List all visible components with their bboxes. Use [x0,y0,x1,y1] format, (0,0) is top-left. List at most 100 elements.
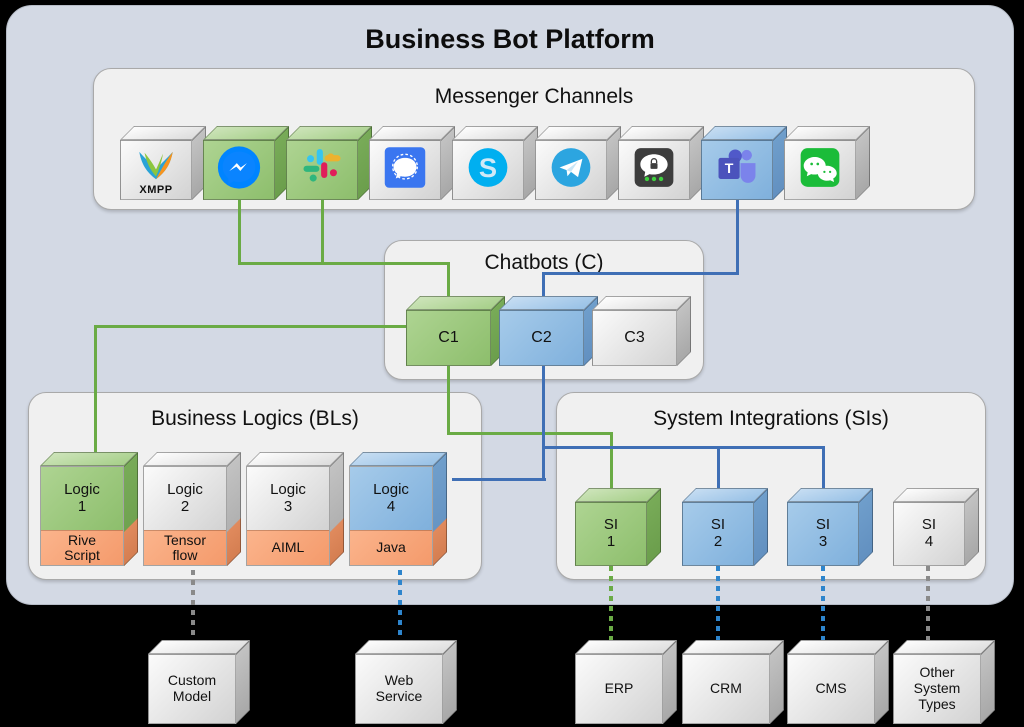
wire-teams-to-c2 [542,272,545,296]
wire-c1-to-left [94,325,410,328]
system-integration-2[interactable]: SI 2 [682,488,768,566]
cube-front-face [369,140,441,200]
cube-label: Logic 3 [270,480,306,515]
cube-label: Logic 2 [167,480,203,515]
external-system-web-service[interactable]: Web Service [355,640,457,724]
cube-front-face: SI 3 [787,502,859,566]
wire-c1-to-si-bus [447,432,613,435]
messenger-channel-slack[interactable] [286,126,372,200]
cube-label: Logic 1 [64,480,100,515]
diagram-canvas: Business Bot Platform Messenger Channels… [0,0,1024,727]
cube-side-face [647,488,661,566]
svg-text:S: S [479,152,497,183]
external-system-other-system[interactable]: Other System Types [893,640,995,724]
logic-upper: Logic 2 [144,467,226,531]
cube-front-face: SI 2 [682,502,754,566]
cube-front-face: Logic 4 Java [349,466,433,566]
messenger-channel-msteams[interactable]: T [701,126,787,200]
cube-top-face [148,640,250,654]
cube-top-face [499,296,598,310]
cube-label: SI 3 [815,516,831,550]
cube-front-face: SI 4 [893,502,965,566]
cube-side-face [677,296,691,366]
business-logic-4[interactable]: Logic 4 Java [349,452,447,566]
cube-side-face [965,488,979,566]
wechat-icon [798,146,842,195]
cube-front-face: Logic 3 AIML [246,466,330,566]
cube-front-face [203,140,275,200]
system-integration-1[interactable]: SI 1 [575,488,661,566]
cube-front-face [286,140,358,200]
cube-top-face [787,640,889,654]
messenger-channel-messenger[interactable] [203,126,289,200]
cube-side-face [236,640,250,724]
messenger-channel-wechat[interactable] [784,126,870,200]
cube-top-face [893,640,995,654]
chatbot-C3[interactable]: C3 [592,296,691,366]
logic-upper: Logic 4 [350,467,432,531]
msteams-icon: T [715,146,759,195]
cube-label: SI 4 [921,516,937,550]
external-system-custom-model[interactable]: Custom Model [148,640,250,724]
cube-label: C1 [438,329,459,347]
wire-c2-down [542,352,545,481]
cube-top-face [592,296,691,310]
cube-front-face: CRM [682,654,770,724]
wire-si-bus-to-si3 [822,446,825,488]
messenger-channel-signal[interactable] [369,126,455,200]
cube-label: Rive Script [64,531,100,564]
external-system-crm[interactable]: CRM [682,640,784,724]
cube-top-face [406,296,505,310]
cube-top-face [246,452,344,466]
wire-bus-to-c1 [447,262,450,296]
wire-slack-to-bus [321,200,324,262]
cube-side-face [663,640,677,724]
messenger-channel-telegram[interactable] [535,126,621,200]
cube-label: Tensor flow [163,531,207,564]
cube-front-face: SI 1 [575,502,647,566]
cube-label: C2 [531,329,552,347]
wire-si-bus-to-si1 [610,432,613,488]
cube-front-face: XMPP [120,140,192,200]
cube-label: CRM [710,680,742,697]
logic-upper: Logic 1 [41,467,123,531]
cube-label: Custom Model [167,672,217,704]
cube-label: Logic 4 [373,480,409,515]
cube-front-face: C1 [406,310,491,366]
wire-c2-to-logic4 [452,478,546,481]
business-logic-3[interactable]: Logic 3 AIML [246,452,344,566]
cube-label: AIML [271,539,305,556]
messenger-icon [217,146,261,195]
page-title: Business Bot Platform [365,24,655,54]
cube-front-face: Logic 1 Rive Script [40,466,124,566]
system-integration-3[interactable]: SI 3 [787,488,873,566]
external-system-cms[interactable]: CMS [787,640,889,724]
chatbot-C2[interactable]: C2 [499,296,598,366]
wire-c2-si-bus [542,446,825,449]
external-system-erp[interactable]: ERP [575,640,677,724]
cube-front-face: C2 [499,310,584,366]
business-logic-2[interactable]: Logic 2 Tensor flow [143,452,241,566]
cube-front-face: ERP [575,654,663,724]
chatbot-C1[interactable]: C1 [406,296,505,366]
messenger-channel-skype[interactable]: S [452,126,538,200]
cube-label: Java [376,539,406,556]
system-integration-4[interactable]: SI 4 [893,488,979,566]
xmpp-wordmark: XMPP [139,184,173,196]
cube-label: C3 [624,329,645,347]
logic-tech-band: Java [350,530,432,565]
cube-front-face: Web Service [355,654,443,724]
cube-top-face [575,640,677,654]
messenger-channel-xmpp[interactable]: XMPP [120,126,206,200]
xmpp-icon: XMPP [134,144,178,196]
cube-side-face [856,126,870,200]
messenger-channels-title: Messenger Channels [434,85,634,108]
messenger-channel-threema[interactable] [618,126,704,200]
cube-front-face: Custom Model [148,654,236,724]
cube-top-face [40,452,138,466]
cube-side-face [770,640,784,724]
signal-icon [383,146,427,195]
cube-front-face: Other System Types [893,654,981,724]
business-logic-1[interactable]: Logic 1 Rive Script [40,452,138,566]
logic-tech-band: Tensor flow [144,530,226,565]
